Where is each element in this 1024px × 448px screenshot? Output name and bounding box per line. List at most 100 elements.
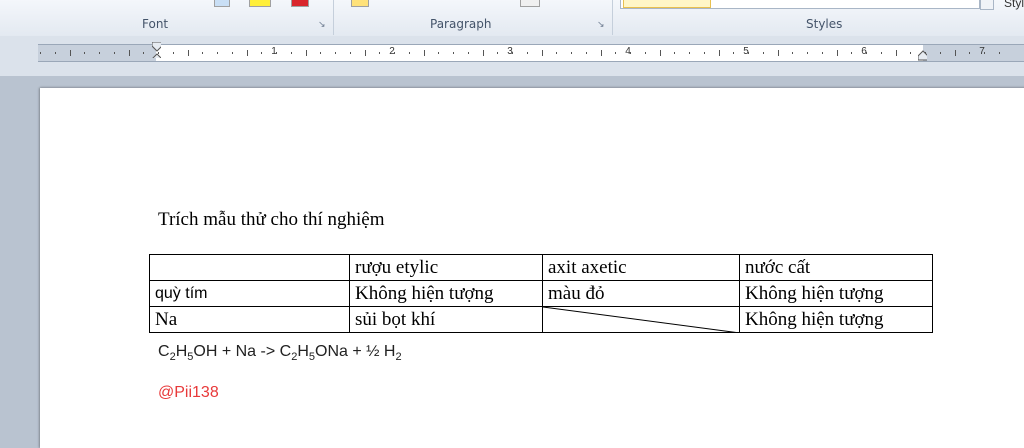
horizontal-ruler[interactable]: 1 2 3 4 5 6 7 bbox=[38, 44, 1024, 62]
ruler-tick bbox=[246, 50, 248, 56]
shading-swatch[interactable] bbox=[351, 0, 369, 7]
ruler-tick bbox=[674, 52, 676, 54]
styles-more-button[interactable] bbox=[980, 0, 994, 10]
table-row: Na sủi bọt khí Không hiện tượng bbox=[149, 306, 933, 333]
ruler-tick bbox=[630, 52, 631, 54]
equation-subscript: 2 bbox=[395, 351, 402, 364]
ruler-tick bbox=[512, 52, 513, 54]
ruler-tick bbox=[187, 50, 189, 56]
ruler-tick bbox=[172, 52, 174, 54]
font-group-label: Font bbox=[142, 17, 169, 31]
table-cell[interactable] bbox=[149, 254, 350, 281]
ruler-tick bbox=[821, 52, 823, 54]
group-separator bbox=[612, 0, 613, 35]
ruler-tick bbox=[202, 52, 204, 54]
ruler-tick bbox=[394, 52, 395, 54]
ruler-tick bbox=[969, 52, 971, 54]
table-cell[interactable]: rượu etylic bbox=[349, 254, 543, 281]
ruler-tick bbox=[423, 50, 425, 56]
ruler-tick bbox=[998, 52, 1000, 54]
ruler-tick bbox=[408, 52, 410, 54]
ruler-tick bbox=[379, 52, 381, 54]
equation-text: ONa + ½ H bbox=[315, 343, 396, 360]
ruler-right-margin bbox=[923, 45, 1024, 61]
ruler-tick bbox=[556, 52, 558, 54]
ruler-tick bbox=[939, 52, 941, 54]
ruler-tick bbox=[571, 52, 572, 54]
ruler-tick bbox=[954, 50, 956, 56]
right-indent-marker-icon[interactable] bbox=[918, 50, 927, 66]
results-table[interactable]: rượu etylic axit axetic nước cất quỳ tím… bbox=[149, 254, 933, 333]
paragraph-dialog-launcher-icon[interactable]: ↘ bbox=[597, 20, 605, 29]
ribbon: Font ↘ Paragraph ↘ Styl Styles bbox=[0, 0, 1024, 37]
author-handle: @Pii138 bbox=[158, 384, 219, 401]
ruler-tick bbox=[777, 50, 779, 56]
ruler-tick bbox=[526, 52, 528, 54]
equation-text: C bbox=[158, 343, 170, 360]
table-row: quỳ tím Không hiện tượng màu đỏ Không hi… bbox=[149, 280, 933, 307]
change-styles-label[interactable]: Styl bbox=[1004, 0, 1024, 10]
styles-group-label: Styles bbox=[806, 17, 843, 31]
ruler-tick bbox=[644, 52, 646, 54]
border-swatch[interactable] bbox=[520, 0, 540, 7]
equation-text: H bbox=[175, 343, 188, 360]
ruler-tick bbox=[261, 52, 263, 54]
ruler-tick bbox=[54, 52, 56, 54]
ruler-tick bbox=[84, 52, 86, 54]
table-cell[interactable]: Na bbox=[149, 306, 350, 333]
ruler-tick bbox=[866, 52, 867, 54]
reaction-equation: C2H5OH + Na -> C2H5ONa + ½ H2 bbox=[158, 343, 402, 363]
ruler-tick bbox=[467, 52, 469, 54]
ruler-tick bbox=[438, 52, 440, 54]
ruler-tick bbox=[320, 52, 322, 54]
ruler-tick bbox=[335, 52, 336, 54]
ruler-tick bbox=[541, 50, 543, 56]
first-line-indent-marker-icon[interactable] bbox=[152, 42, 161, 58]
ruler-tick bbox=[276, 52, 277, 54]
ruler-tick bbox=[807, 52, 808, 54]
ruler-tick bbox=[733, 52, 735, 54]
ruler-tick bbox=[290, 52, 292, 54]
ruler-tick bbox=[305, 50, 307, 56]
equation-text: OH + Na -> C bbox=[193, 343, 292, 360]
ruler-tick bbox=[113, 52, 115, 54]
table-cell[interactable]: axit axetic bbox=[542, 254, 740, 281]
group-separator bbox=[333, 0, 334, 35]
ruler-tick bbox=[762, 52, 764, 54]
font-color-swatch[interactable] bbox=[291, 0, 309, 7]
document-page[interactable]: Trích mẫu thử cho thí nghiệm rượu etylic… bbox=[40, 88, 1024, 448]
ruler-tick bbox=[851, 52, 853, 54]
ruler-tick bbox=[217, 52, 218, 54]
ruler-tick bbox=[143, 52, 145, 54]
ruler-tick bbox=[748, 52, 749, 54]
highlight-color-swatch[interactable] bbox=[249, 0, 271, 7]
table-cell[interactable]: Không hiện tượng bbox=[349, 280, 543, 307]
table-cell[interactable]: quỳ tím bbox=[149, 280, 350, 307]
font-dialog-launcher-icon[interactable]: ↘ bbox=[318, 20, 326, 29]
ruler-tick bbox=[40, 52, 41, 54]
table-cell[interactable]: Không hiện tượng bbox=[739, 280, 933, 307]
table-row: rượu etylic axit axetic nước cất bbox=[149, 254, 933, 281]
table-cell[interactable]: nước cất bbox=[739, 254, 933, 281]
diagonal-cell[interactable] bbox=[542, 306, 740, 333]
table-cell[interactable]: màu đỏ bbox=[542, 280, 740, 307]
ruler-tick bbox=[453, 52, 454, 54]
ruler-tick bbox=[99, 52, 100, 54]
table-cell[interactable]: sủi bọt khí bbox=[349, 306, 543, 333]
ruler-tick bbox=[895, 50, 897, 56]
ruler-tick bbox=[585, 52, 587, 54]
ruler-tick bbox=[482, 50, 484, 56]
diagonal-line bbox=[543, 307, 740, 333]
ruler-tick bbox=[600, 50, 602, 56]
ruler-tick bbox=[792, 52, 794, 54]
selected-style-tile[interactable] bbox=[623, 0, 711, 8]
ruler-tick bbox=[689, 52, 690, 54]
text-highlight-color-swatch[interactable] bbox=[214, 0, 230, 7]
ruler-tick bbox=[349, 52, 351, 54]
ruler-tick bbox=[659, 50, 661, 56]
equation-text: H bbox=[297, 343, 309, 360]
table-cell[interactable]: Không hiện tượng bbox=[739, 306, 933, 333]
document-heading: Trích mẫu thử cho thí nghiệm bbox=[158, 209, 385, 230]
ruler-tick bbox=[615, 52, 617, 54]
ruler-tick bbox=[364, 50, 366, 56]
